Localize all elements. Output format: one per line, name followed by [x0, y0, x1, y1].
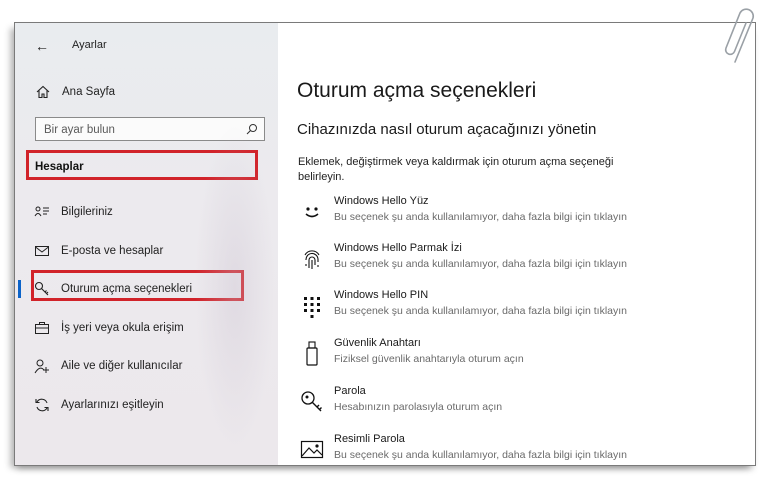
face-icon	[300, 199, 324, 225]
person-add-icon	[34, 358, 50, 374]
option-title: Windows Hello Yüz	[334, 195, 429, 207]
option-windows-hello-face[interactable]: Windows Hello Yüz Bu seçenek şu anda kul…	[296, 195, 736, 235]
sidebar-item-sign-in-options[interactable]: Oturum açma seçenekleri	[15, 274, 278, 304]
option-title: Güvenlik Anahtarı	[334, 337, 421, 349]
sidebar-item-your-info[interactable]: Bilgileriniz	[15, 197, 278, 227]
page-description: Eklemek, değiştirmek veya kaldırmak için…	[298, 156, 614, 183]
option-detail: Bu seçenek şu anda kullanılamıyor, daha …	[334, 305, 628, 317]
sidebar-item-email[interactable]: E-posta ve hesaplar	[15, 236, 278, 266]
sidebar-item-work-access[interactable]: İş yeri veya okula erişim	[15, 313, 278, 343]
option-detail: Bu seçenek şu anda kullanılamıyor, daha …	[334, 211, 628, 223]
option-security-key[interactable]: Güvenlik Anahtarı Fiziksel güvenlik anah…	[296, 337, 736, 377]
sidebar-item-label: E-posta ve hesaplar	[61, 245, 164, 257]
option-windows-hello-fingerprint[interactable]: Windows Hello Parmak İzi Bu seçenek şu a…	[296, 242, 736, 282]
app-title: Ayarlar	[72, 39, 107, 51]
option-windows-hello-pin[interactable]: Windows Hello PIN Bu seçenek şu anda kul…	[296, 289, 736, 329]
pin-keypad-icon	[300, 293, 324, 319]
option-picture-password[interactable]: Resimli Parola Bu seçenek şu anda kullan…	[296, 433, 736, 465]
sidebar-item-family[interactable]: Aile ve diğer kullanıcılar	[15, 351, 278, 381]
usb-key-icon	[300, 341, 324, 367]
option-title: Windows Hello Parmak İzi	[334, 242, 462, 254]
person-card-icon	[34, 204, 50, 220]
password-key-icon	[300, 389, 324, 415]
fingerprint-icon	[300, 246, 324, 272]
sidebar-item-label: Ayarlarınızı eşitleyin	[61, 399, 164, 411]
option-title: Windows Hello PIN	[334, 289, 429, 301]
title-bar: ← Ayarlar	[15, 23, 278, 67]
option-title: Resimli Parola	[334, 433, 405, 445]
paperclip-icon	[721, 4, 761, 68]
option-detail: Hesabınızın parolasıyla oturum açın	[334, 401, 503, 413]
key-icon	[34, 281, 50, 297]
picture-icon	[300, 437, 324, 463]
page-title: Oturum açma seçenekleri	[297, 79, 537, 102]
sidebar-item-home[interactable]: Ana Sayfa	[15, 79, 278, 107]
sidebar-item-label: Ana Sayfa	[62, 86, 116, 98]
sidebar-item-label: İş yeri veya okula erişim	[61, 322, 184, 334]
briefcase-icon	[34, 320, 50, 336]
active-indicator	[18, 280, 21, 298]
back-arrow-icon[interactable]: ←	[33, 37, 51, 55]
search-icon[interactable]	[246, 123, 258, 135]
sidebar: ← Ayarlar Ana Sayfa Hesaplar Bilgilerini…	[15, 23, 278, 465]
sidebar-item-label: Oturum açma seçenekleri	[61, 283, 193, 295]
sidebar-item-label: Bilgileriniz	[61, 206, 113, 218]
mail-icon	[34, 243, 50, 259]
option-detail: Bu seçenek şu anda kullanılamıyor, daha …	[334, 258, 628, 270]
sidebar-item-label: Aile ve diğer kullanıcılar	[61, 360, 183, 372]
page-subtitle: Cihazınızda nasıl oturum açacağınızı yön…	[297, 121, 597, 138]
search-input[interactable]	[42, 121, 246, 139]
sidebar-item-sync[interactable]: Ayarlarınızı eşitleyin	[15, 390, 278, 420]
search-box[interactable]	[35, 117, 265, 141]
main-content: Oturum açma seçenekleri Cihazınızda nası…	[278, 23, 755, 465]
option-title: Parola	[334, 385, 366, 397]
option-detail: Bu seçenek şu anda kullanılamıyor, daha …	[334, 449, 628, 461]
sync-icon	[34, 397, 50, 413]
section-title: Hesaplar	[35, 161, 84, 173]
home-icon	[35, 84, 51, 100]
option-password[interactable]: Parola Hesabınızın parolasıyla oturum aç…	[296, 385, 736, 425]
settings-window: ← Ayarlar Ana Sayfa Hesaplar Bilgilerini…	[14, 22, 756, 466]
option-detail: Fiziksel güvenlik anahtarıyla oturum açı…	[334, 353, 524, 365]
